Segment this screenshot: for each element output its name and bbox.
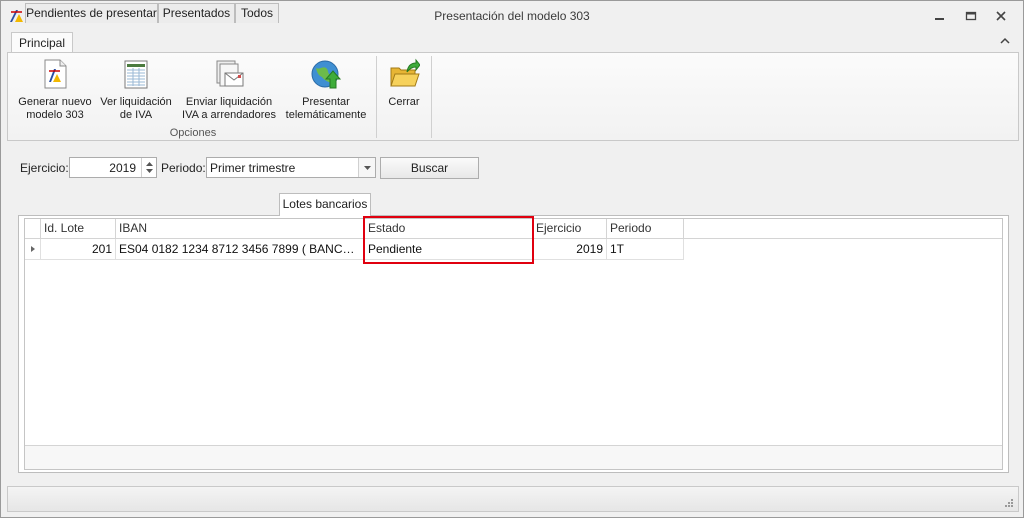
chevron-down-icon	[364, 166, 371, 170]
periodo-value: Primer trimestre	[210, 161, 296, 175]
main-window: Presentación del modelo 303 Principal Ge…	[0, 0, 1024, 518]
column-header-periodo[interactable]: Periodo	[607, 219, 684, 239]
folder-exit-icon	[390, 58, 420, 87]
group-separator-2	[431, 56, 432, 138]
generar-modelo-label-1: Generar nuevo	[18, 96, 92, 108]
periodo-label: Periodo:	[161, 161, 206, 175]
column-header-id-lote[interactable]: Id. Lote	[41, 219, 116, 239]
column-header-ejercicio[interactable]: Ejercicio	[533, 219, 607, 239]
ver-liquidacion-label-2: de IVA	[119, 109, 153, 121]
close-icon	[996, 11, 1006, 21]
tab-principal[interactable]: Principal	[11, 32, 73, 54]
tab-todos[interactable]: Todos	[235, 3, 279, 23]
ver-liquidacion-label-1: Ver liquidación	[100, 96, 172, 108]
cerrar-button[interactable]: Cerrar	[380, 58, 428, 109]
status-bar	[7, 486, 1019, 512]
resize-grip-icon[interactable]	[1004, 498, 1014, 508]
row-indicator-header	[25, 219, 41, 239]
periodo-select[interactable]: Primer trimestre	[206, 157, 376, 178]
cell-ejercicio[interactable]: 2019	[533, 239, 607, 260]
presentar-label-2: telemáticamente	[285, 109, 367, 121]
generar-modelo-button[interactable]: Generar nuevo modelo 303	[14, 58, 96, 122]
ejercicio-stepper[interactable]	[141, 158, 156, 177]
minimize-button[interactable]	[929, 7, 951, 25]
ejercicio-value: 2019	[109, 161, 136, 175]
spreadsheet-icon	[124, 60, 148, 89]
row-indicator[interactable]	[25, 239, 41, 260]
column-header-iban[interactable]: IBAN	[116, 219, 365, 239]
ejercicio-spin-input[interactable]: 2019	[69, 157, 157, 178]
tab-pendientes-de-presentar[interactable]: Pendientes de presentar	[25, 3, 158, 23]
presentar-telematicamente-button[interactable]: Presentar telemáticamente	[284, 58, 368, 122]
buscar-button[interactable]: Buscar	[380, 157, 479, 179]
minimize-icon	[935, 18, 944, 20]
grid-footer	[25, 445, 1002, 469]
generar-modelo-label-2: modelo 303	[26, 109, 84, 121]
cell-id-lote[interactable]: 201	[41, 239, 116, 260]
tax-agency-document-icon	[44, 59, 67, 89]
estado-highlight-box	[363, 216, 534, 264]
tab-presentados[interactable]: Presentados	[158, 3, 235, 23]
enviar-liquidacion-label-1: Enviar liquidación	[185, 96, 273, 108]
enviar-liquidacion-label-2: IVA a arrendadores	[182, 109, 276, 121]
mail-documents-icon	[216, 60, 244, 87]
ribbon-panel: Generar nuevo modelo 303 Ver liquidación…	[7, 52, 1019, 141]
cell-iban[interactable]: ES04 0182 1234 8712 3456 7899 ( BANCO BI…	[116, 239, 365, 260]
close-button[interactable]	[990, 7, 1012, 25]
ejercicio-label: Ejercicio:	[20, 161, 69, 175]
row-pointer-icon	[31, 246, 35, 252]
spin-arrows-icon	[146, 162, 153, 173]
ver-liquidacion-button[interactable]: Ver liquidación de IVA	[98, 58, 174, 122]
ribbon-collapse-icon[interactable]	[999, 35, 1011, 47]
group-separator	[376, 56, 377, 138]
cerrar-label: Cerrar	[388, 96, 420, 108]
enviar-liquidacion-button[interactable]: Enviar liquidación IVA a arrendadores	[178, 58, 280, 122]
tab-lotes-bancarios[interactable]: Lotes bancarios	[279, 193, 371, 216]
restore-icon	[965, 11, 977, 21]
cell-periodo[interactable]: 1T	[607, 239, 684, 260]
periodo-dropdown-button[interactable]	[358, 158, 375, 177]
presentar-label-1: Presentar	[302, 96, 350, 108]
globe-upload-icon	[311, 60, 342, 89]
ribbon-tab-bar: Principal	[1, 31, 1023, 54]
group-caption-opciones: Opciones	[169, 127, 217, 139]
restore-button[interactable]	[960, 7, 982, 25]
